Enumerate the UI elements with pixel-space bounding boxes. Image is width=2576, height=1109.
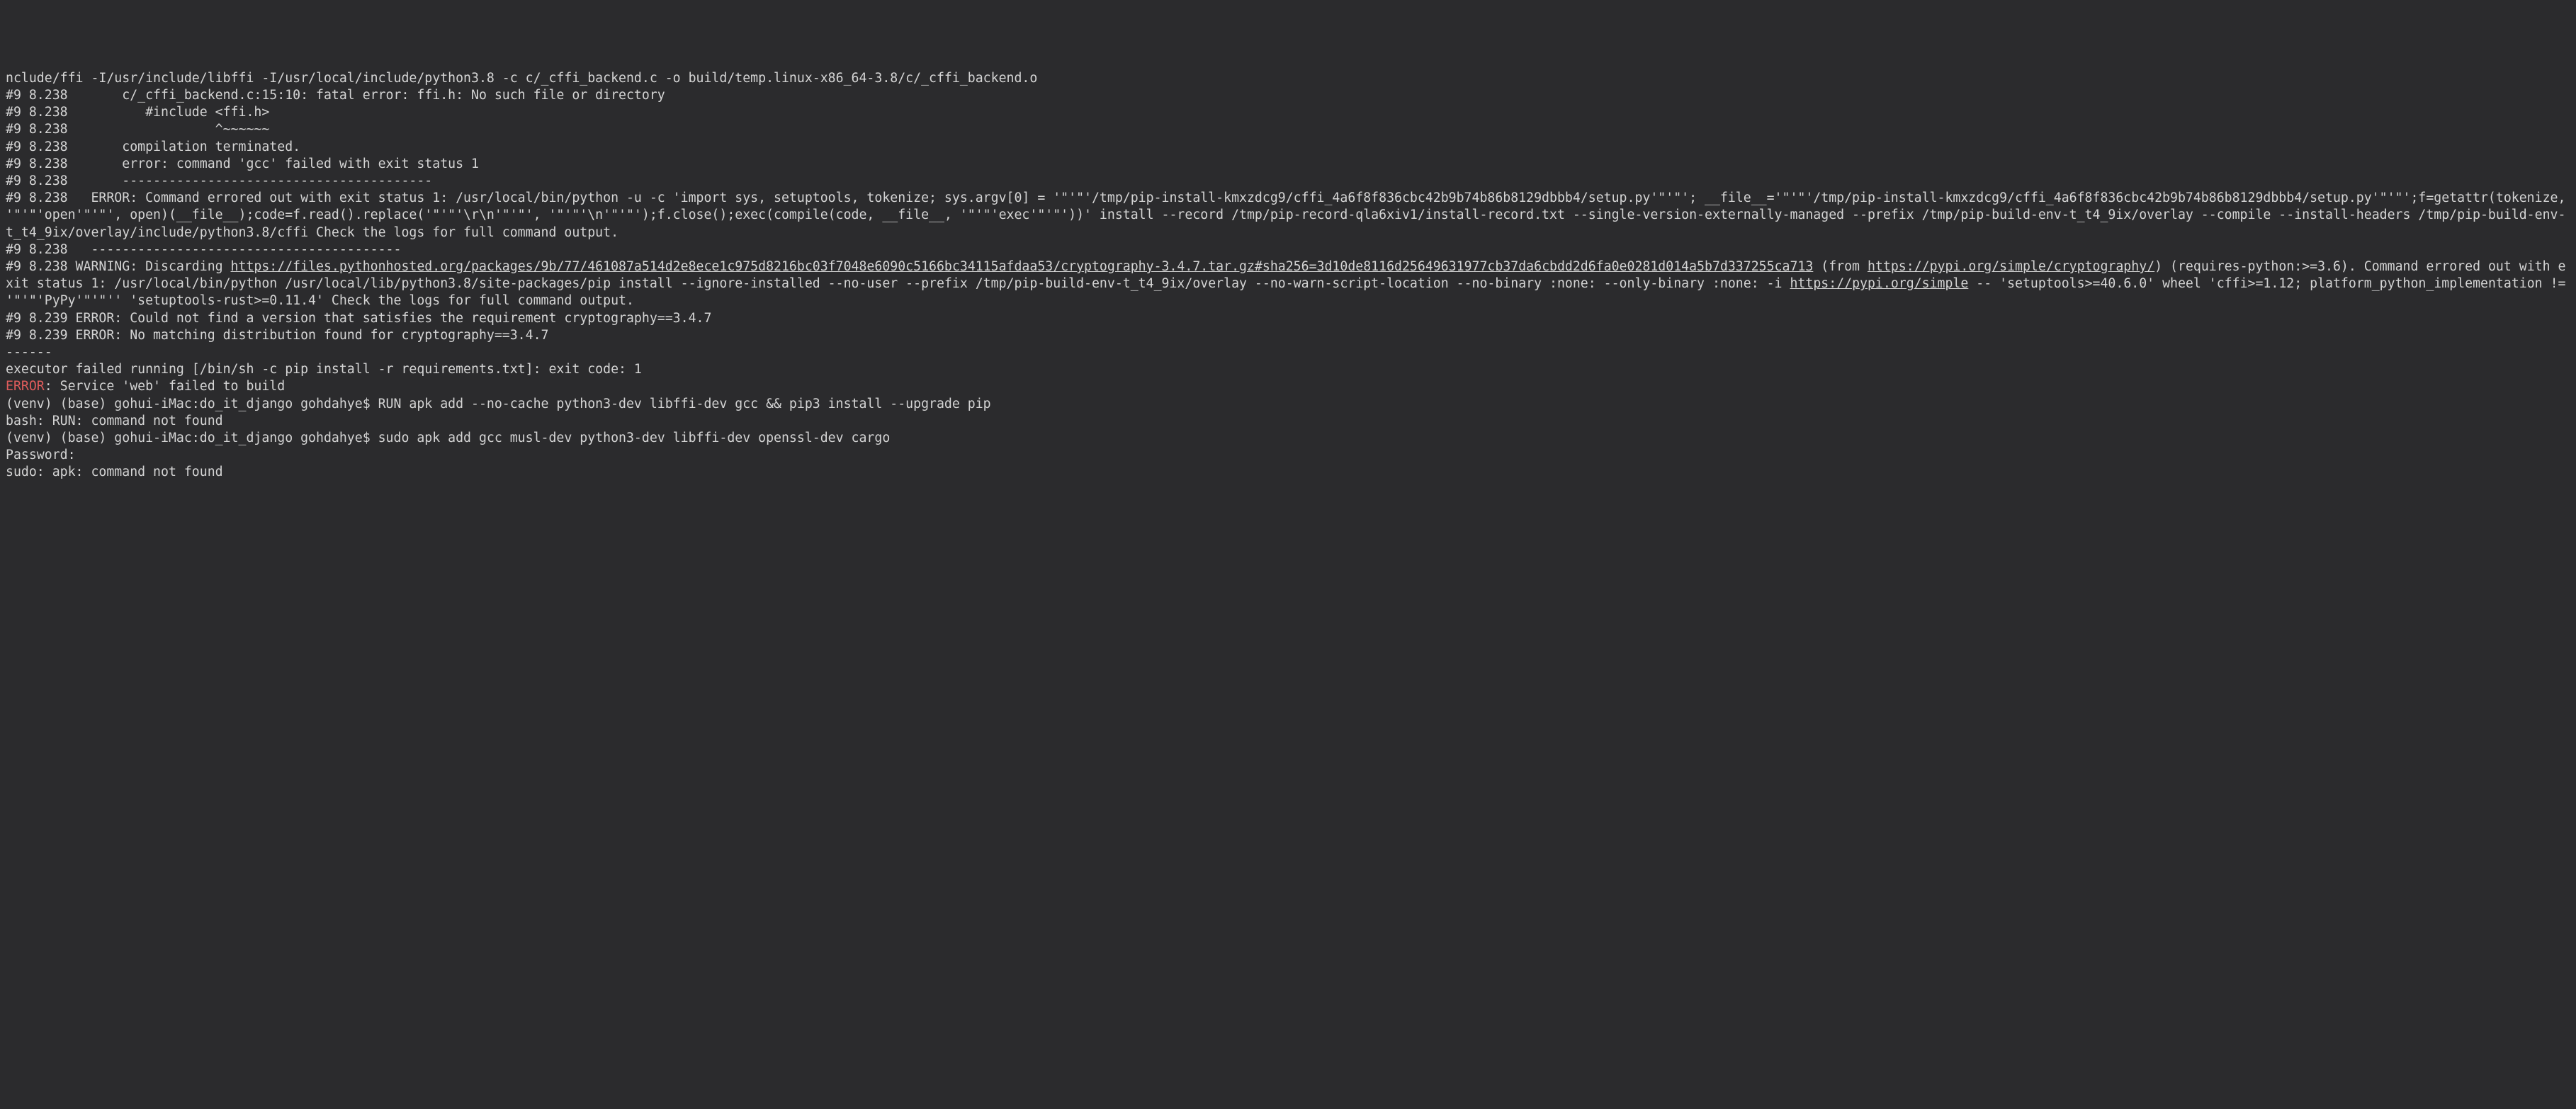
- terminal-line: #9 8.239 ERROR: Could not find a version…: [6, 310, 2570, 327]
- terminal-line-warning: #9 8.238 WARNING: Discarding https://fil…: [6, 258, 2570, 310]
- terminal-line: #9 8.238 -------------------------------…: [6, 173, 2570, 190]
- terminal-line: #9 8.238 -------------------------------…: [6, 241, 2570, 258]
- shell-prompt-line[interactable]: (venv) (base) gohui-iMac:do_it_django go…: [6, 430, 2570, 447]
- terminal-line: sudo: apk: command not found: [6, 464, 2570, 481]
- password-prompt[interactable]: Password:: [6, 447, 2570, 464]
- text-fragment: (from: [1813, 259, 1868, 274]
- terminal-line: bash: RUN: command not found: [6, 413, 2570, 430]
- discarded-package-link[interactable]: https://files.pythonhosted.org/packages/…: [231, 259, 1814, 274]
- terminal-line: #9 8.238 error: command 'gcc' failed wit…: [6, 156, 2570, 173]
- pypi-cryptography-link[interactable]: https://pypi.org/simple/cryptography/: [1868, 259, 2154, 274]
- terminal-line: #9 8.238 compilation terminated.: [6, 139, 2570, 156]
- terminal-line: #9 8.239 ERROR: No matching distribution…: [6, 327, 2570, 344]
- terminal-line: #9 8.238 ^~~~~~~: [6, 121, 2570, 138]
- terminal-line: nclude/ffi -I/usr/include/libffi -I/usr/…: [6, 70, 2570, 87]
- shell-prompt-line[interactable]: (venv) (base) gohui-iMac:do_it_django go…: [6, 396, 2570, 413]
- terminal-line-error: ERROR: Service 'web' failed to build: [6, 378, 2570, 395]
- terminal-line: #9 8.238 ERROR: Command errored out with…: [6, 190, 2570, 241]
- text-fragment: #9 8.238 WARNING: Discarding: [6, 259, 231, 274]
- terminal-line: #9 8.238 c/_cffi_backend.c:15:10: fatal …: [6, 87, 2570, 104]
- error-label: ERROR: [6, 379, 45, 394]
- terminal-line: executor failed running [/bin/sh -c pip …: [6, 361, 2570, 378]
- terminal-line: #9 8.238 #include <ffi.h>: [6, 104, 2570, 121]
- terminal-line: ------: [6, 344, 2570, 361]
- pypi-simple-link[interactable]: https://pypi.org/simple: [1790, 276, 1968, 291]
- error-message: : Service 'web' failed to build: [45, 379, 285, 394]
